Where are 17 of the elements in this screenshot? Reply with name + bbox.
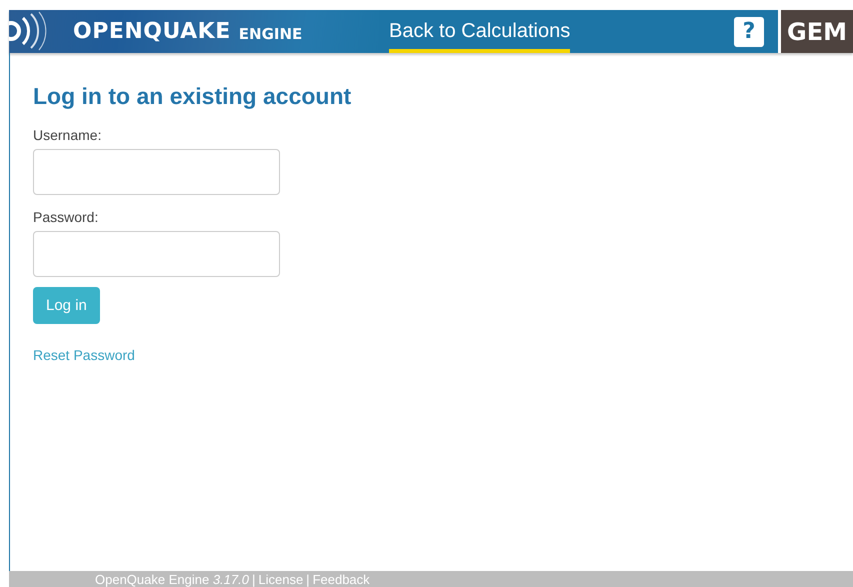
field-label: Password:	[33, 209, 98, 225]
partner-logo: GEM	[778, 10, 853, 53]
footer-link[interactable]: Feedback	[312, 572, 370, 586]
input-field[interactable]	[33, 149, 280, 195]
logo-subtitle: ENGINE	[238, 24, 302, 42]
input-field[interactable]	[33, 231, 280, 277]
nav-link[interactable]: Back to Calculations	[389, 10, 570, 53]
footer-separator: |	[306, 572, 310, 586]
footer-separator: |	[252, 572, 256, 586]
footer-link[interactable]: License	[258, 572, 304, 586]
logo-title: OPENQUAKE	[73, 19, 231, 44]
reset-password-link[interactable]: Reset Password	[33, 347, 135, 363]
field-label: Username:	[33, 127, 102, 143]
footer-text: OpenQuake Engine 3.17.0	[95, 572, 249, 586]
login-button[interactable]: Log in	[33, 287, 100, 324]
help-button[interactable]: ?	[734, 16, 764, 46]
page-title: Log in to an existing account	[33, 83, 352, 110]
